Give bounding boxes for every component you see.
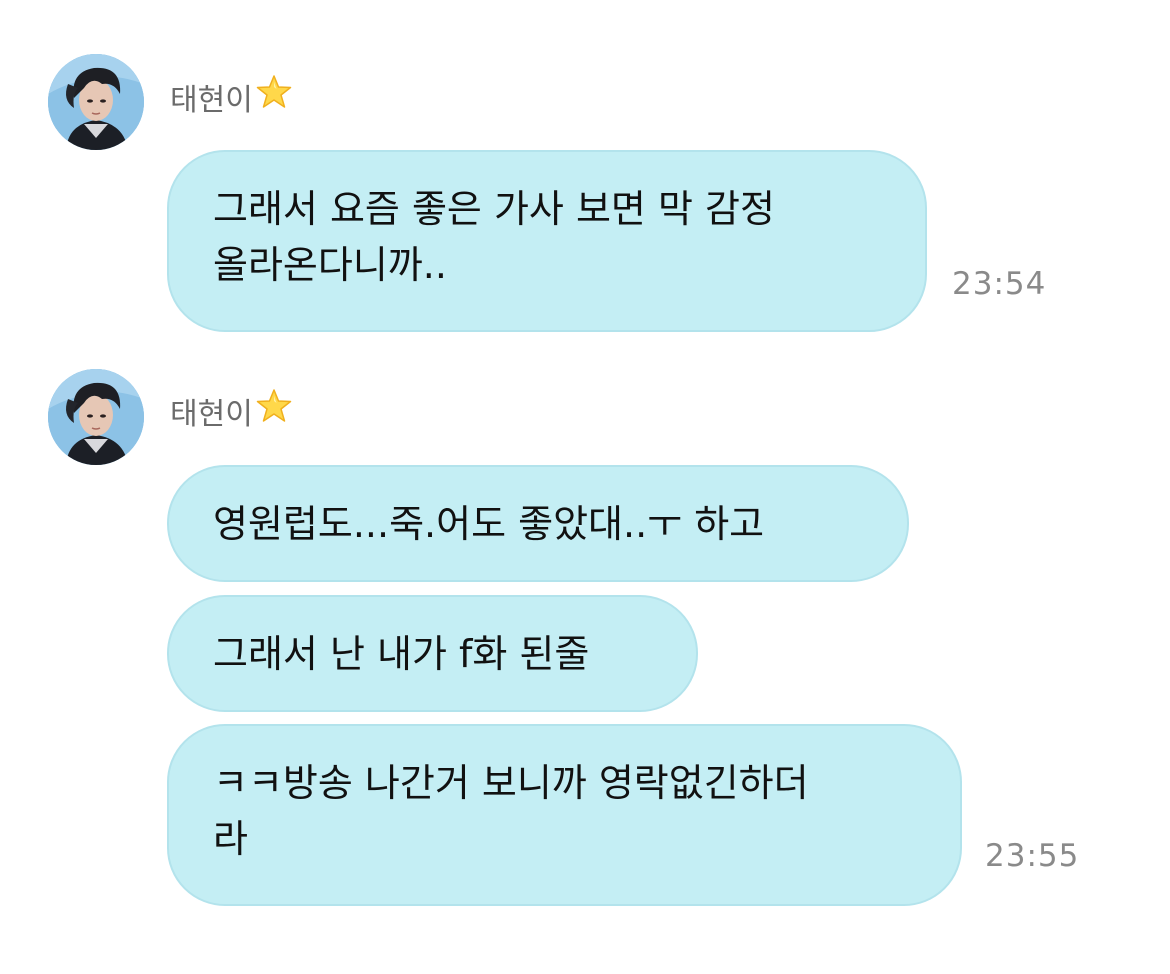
message-text: 영원럽도...죽.어도 좋았대..ㅜ 하고: [213, 502, 765, 546]
message-text: 그래서 난 내가 f화 된줄: [213, 632, 590, 676]
message-timestamp: 23:55: [985, 838, 1080, 874]
avatar-photo-icon: [48, 369, 144, 465]
message-bubble[interactable]: 그래서 난 내가 f화 된줄: [167, 595, 698, 712]
message-bubble[interactable]: ㅋㅋ방송 나간거 보니까 영락없긴하더 라: [167, 724, 962, 906]
sender-name: 태현이: [170, 75, 293, 123]
sender-name-label: 태현이: [170, 83, 253, 118]
message-text: 그래서 요즘 좋은 가사 보면 막 감정: [213, 187, 775, 231]
message-text: 올라온다니까..: [213, 243, 447, 287]
message-bubble[interactable]: 그래서 요즘 좋은 가사 보면 막 감정 올라온다니까..: [167, 150, 927, 332]
star-icon: [255, 388, 293, 437]
avatar[interactable]: [48, 369, 144, 465]
avatar[interactable]: [48, 54, 144, 150]
avatar-photo-icon: [48, 54, 144, 150]
star-icon: [255, 74, 293, 123]
sender-name: 태현이: [170, 389, 293, 437]
message-text: 라: [213, 817, 248, 861]
message-bubble[interactable]: 영원럽도...죽.어도 좋았대..ㅜ 하고: [167, 465, 909, 582]
sender-name-label: 태현이: [170, 397, 253, 432]
message-text: ㅋㅋ방송 나간거 보니까 영락없긴하더: [213, 761, 809, 805]
message-timestamp: 23:54: [952, 266, 1047, 302]
